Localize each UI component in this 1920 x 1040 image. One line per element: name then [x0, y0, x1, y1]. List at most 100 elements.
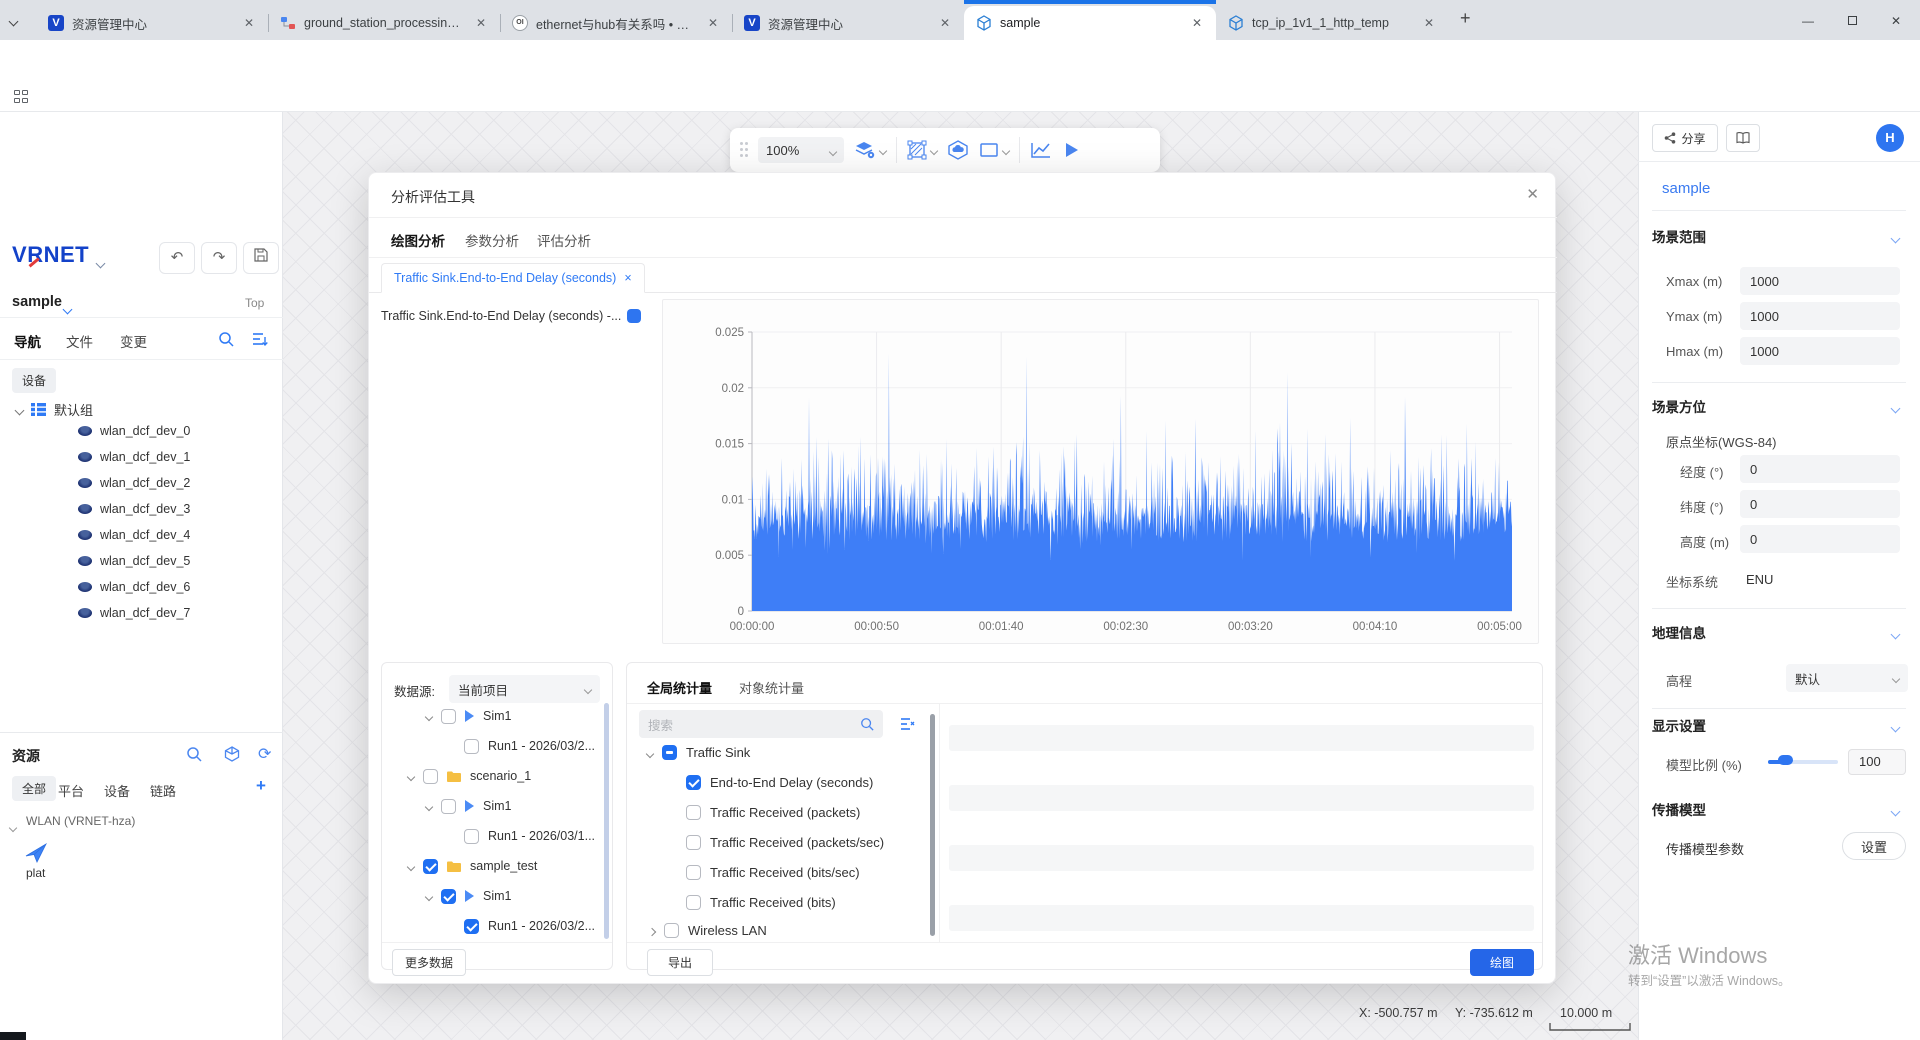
checkbox-checked[interactable]: [464, 919, 479, 934]
sort-list-icon[interactable]: [252, 331, 268, 347]
device-row[interactable]: wlan_dcf_dev_4: [78, 528, 190, 542]
tab-search-chevron-icon[interactable]: [10, 12, 17, 30]
share-button[interactable]: 分享: [1652, 124, 1718, 152]
checkbox-unchecked[interactable]: [464, 739, 479, 754]
checkbox-unchecked[interactable]: [464, 829, 479, 844]
tab-parameter-analysis[interactable]: 参数分析: [465, 230, 519, 250]
tab-navigation[interactable]: 导航: [14, 331, 41, 351]
tab-close-icon[interactable]: ✕: [472, 14, 490, 32]
checkbox-checked[interactable]: [441, 889, 456, 904]
tab-close-icon[interactable]: ✕: [240, 14, 258, 32]
device-row[interactable]: wlan_dcf_dev_2: [78, 476, 190, 490]
resource-tab-link[interactable]: 链路: [150, 781, 176, 800]
chart-legend[interactable]: Traffic Sink.End-to-End Delay (seconds) …: [381, 309, 641, 323]
checkbox-unchecked[interactable]: [664, 923, 679, 938]
section-collapse-icon[interactable]: [1892, 718, 1899, 736]
browser-tab-3[interactable]: V 资源管理中心 ✕: [732, 6, 964, 40]
delay-chart[interactable]: 00.0050.010.0150.020.02500:00:0000:00:50…: [663, 300, 1538, 643]
stats-tree-row[interactable]: End-to-End Delay (seconds): [686, 769, 873, 795]
tab-changes[interactable]: 变更: [120, 331, 147, 351]
model-scale-value[interactable]: 100: [1848, 749, 1906, 775]
xmax-field[interactable]: [1740, 267, 1900, 295]
stats-tree-row[interactable]: Traffic Received (packets): [686, 799, 860, 825]
datasource-row[interactable]: Run1 - 2026/03/2...: [464, 733, 595, 759]
window-minimize-button[interactable]: —: [1788, 8, 1828, 34]
checkbox-unchecked[interactable]: [423, 769, 438, 784]
new-tab-button[interactable]: +: [1460, 8, 1471, 29]
tab-global-stats[interactable]: 全局统计量: [647, 678, 712, 697]
device-row[interactable]: wlan_dcf_dev_7: [78, 606, 190, 620]
elevation-select[interactable]: 默认: [1786, 664, 1908, 692]
device-group-row[interactable]: 默认组: [16, 400, 93, 419]
expand-chevron-icon[interactable]: [426, 889, 432, 903]
chip-close-icon[interactable]: ×: [624, 271, 631, 285]
stats-tree-row[interactable]: Traffic Received (packets/sec): [686, 829, 884, 855]
resource-group-label[interactable]: WLAN (VRNET-hza): [26, 814, 135, 828]
tab-files[interactable]: 文件: [66, 331, 93, 351]
checkbox-indeterminate[interactable]: [662, 745, 677, 760]
apps-grid-icon[interactable]: [14, 90, 30, 103]
browser-tab-1[interactable]: ground_station_processing.p ✕: [268, 6, 500, 40]
window-restore-button[interactable]: [1832, 8, 1872, 34]
drag-handle-icon[interactable]: [740, 142, 748, 158]
stats-tree-row[interactable]: Wireless LAN: [649, 917, 767, 943]
tab-evaluation-analysis[interactable]: 评估分析: [537, 230, 591, 250]
section-collapse-icon[interactable]: [1892, 802, 1899, 820]
browser-tab-active-sample[interactable]: sample ✕: [964, 6, 1216, 40]
browser-tab-2[interactable]: OI ethernet与hub有关系吗 • Ope ✕: [500, 6, 732, 40]
legend-color-checkbox[interactable]: [627, 309, 641, 323]
model-scale-slider-handle[interactable]: [1778, 755, 1793, 765]
lat-field[interactable]: [1740, 490, 1900, 518]
more-data-button[interactable]: 更多数据: [392, 949, 466, 976]
project-name[interactable]: sample: [12, 294, 62, 310]
ymax-field[interactable]: [1740, 302, 1900, 330]
hmax-field[interactable]: [1740, 337, 1900, 365]
browser-tab-5[interactable]: tcp_ip_1v1_1_http_temp ✕: [1216, 6, 1448, 40]
stats-tree-row[interactable]: Traffic Received (bits/sec): [686, 859, 860, 885]
search-icon[interactable]: [218, 331, 234, 347]
scene-title[interactable]: sample: [1662, 180, 1710, 197]
undo-button[interactable]: ↶: [159, 242, 195, 274]
device-row[interactable]: wlan_dcf_dev_1: [78, 450, 190, 464]
stats-tree-row[interactable]: Traffic Received (bits): [686, 889, 836, 915]
resource-refresh-icon[interactable]: ⟳: [258, 744, 271, 764]
rectangle-tool-button[interactable]: [979, 141, 1009, 159]
chart-tab-chip[interactable]: Traffic Sink.End-to-End Delay (seconds) …: [381, 263, 645, 293]
checkbox-unchecked[interactable]: [686, 895, 701, 910]
checkbox-unchecked[interactable]: [686, 805, 701, 820]
checkbox-unchecked[interactable]: [686, 865, 701, 880]
plat-plane-icon[interactable]: [24, 842, 48, 864]
tab-object-stats[interactable]: 对象统计量: [739, 678, 804, 697]
expand-chevron-icon[interactable]: [408, 859, 414, 873]
zoom-select[interactable]: 100%: [758, 137, 844, 163]
resource-tab-all[interactable]: 全部: [12, 776, 56, 801]
section-collapse-icon[interactable]: [1892, 399, 1899, 417]
tab-close-icon[interactable]: ✕: [1188, 14, 1206, 32]
tab-plot-analysis[interactable]: 绘图分析: [391, 230, 445, 250]
stats-tree-row[interactable]: Traffic Sink: [647, 739, 750, 765]
tab-close-icon[interactable]: ✕: [704, 14, 722, 32]
expand-chevron-right-icon[interactable]: [649, 923, 655, 938]
checkbox-unchecked[interactable]: [441, 709, 456, 724]
datasource-row[interactable]: scenario_1: [408, 763, 531, 789]
wlan-group-chevron-icon[interactable]: [10, 818, 16, 836]
datasource-row[interactable]: Sim1: [426, 883, 511, 909]
device-section-chip[interactable]: 设备: [12, 368, 56, 393]
propagation-settings-button[interactable]: 设置: [1842, 832, 1906, 860]
redo-button[interactable]: ↷: [201, 242, 237, 274]
export-button[interactable]: 导出: [647, 949, 713, 976]
tab-close-icon[interactable]: ✕: [936, 14, 954, 32]
datasource-row[interactable]: Sim1: [426, 703, 511, 729]
tab-close-icon[interactable]: ✕: [1420, 14, 1438, 32]
layers-tool-button[interactable]: [854, 140, 886, 160]
datasource-scrollbar[interactable]: [604, 703, 609, 939]
plat-label[interactable]: plat: [26, 866, 45, 880]
datasource-row[interactable]: sample_test: [408, 853, 537, 879]
expand-chevron-icon[interactable]: [426, 799, 432, 813]
selection-tool-button[interactable]: [907, 140, 937, 160]
section-collapse-icon[interactable]: [1892, 625, 1899, 643]
project-chevron-icon[interactable]: [64, 300, 71, 318]
checkbox-unchecked[interactable]: [441, 799, 456, 814]
checkbox-checked[interactable]: [423, 859, 438, 874]
datasource-row[interactable]: Run1 - 2026/03/2...: [464, 913, 595, 939]
